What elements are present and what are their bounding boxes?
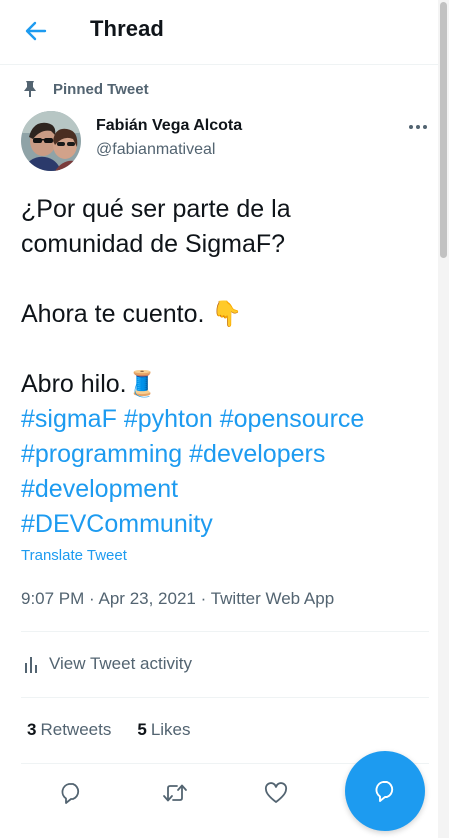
- likes-stat[interactable]: 5 Likes: [137, 720, 190, 740]
- pinned-indicator: Pinned Tweet: [22, 80, 149, 98]
- hashtag-link[interactable]: #DEVCommunity: [21, 510, 213, 538]
- hashtag-list: #sigmaF #pyhton #opensource #programming…: [21, 402, 431, 542]
- arrow-left-icon: [25, 21, 47, 41]
- tweet-line: Abro hilo.🧵: [21, 370, 158, 398]
- divider: [21, 631, 429, 632]
- tweet-stats: 3 Retweets 5 Likes: [27, 720, 191, 740]
- pin-icon: [24, 81, 36, 97]
- compose-reply-button[interactable]: [345, 751, 425, 831]
- tweet-line: Ahora te cuento. 👇: [21, 300, 243, 328]
- tweet-line: ¿Por qué ser parte de la: [21, 195, 291, 223]
- hashtag-link[interactable]: #development: [21, 475, 178, 503]
- view-activity-button[interactable]: View Tweet activity: [24, 654, 192, 674]
- page-title: Thread: [90, 16, 164, 41]
- hashtag-link[interactable]: #developers: [189, 440, 325, 468]
- likes-count: 5: [137, 720, 147, 739]
- tweet-line: comunidad de SigmaF?: [21, 230, 286, 258]
- hashtag-link[interactable]: #programming: [21, 440, 182, 468]
- retweets-count: 3: [27, 720, 37, 739]
- back-button[interactable]: [16, 14, 56, 48]
- retweets-label: Retweets: [40, 720, 112, 739]
- scrollbar-thumb[interactable]: [440, 2, 447, 258]
- tweet-meta: 9:07 PM · Apr 23, 2021 · Twitter Web App: [21, 589, 334, 609]
- more-horizontal-icon: [409, 125, 427, 129]
- bar-chart-icon: [25, 657, 37, 673]
- hashtag-link[interactable]: #pyhton: [124, 405, 213, 433]
- meta-separator: ·: [200, 589, 207, 608]
- tweet-date[interactable]: Apr 23, 2021: [99, 589, 196, 608]
- reply-icon: [61, 783, 80, 804]
- compose-reply-icon: [375, 781, 394, 802]
- reply-button[interactable]: [53, 775, 89, 811]
- scrollbar[interactable]: [438, 0, 449, 838]
- hashtag-link[interactable]: #sigmaF: [21, 405, 117, 433]
- hashtag-link[interactable]: #opensource: [220, 405, 365, 433]
- meta-separator: ·: [89, 589, 95, 608]
- like-button[interactable]: [258, 775, 294, 811]
- retweet-button[interactable]: [157, 775, 193, 811]
- heart-icon: [264, 782, 288, 803]
- tweet-text: ¿Por qué ser parte de la comunidad de Si…: [21, 192, 431, 542]
- top-bar: Thread: [0, 0, 438, 65]
- view-activity-label: View Tweet activity: [49, 654, 192, 673]
- retweets-stat[interactable]: 3 Retweets: [27, 720, 111, 740]
- author-name[interactable]: Fabián Vega Alcota: [96, 117, 242, 135]
- translate-tweet-link[interactable]: Translate Tweet: [21, 547, 127, 564]
- author-handle[interactable]: @fabianmativeal: [96, 141, 215, 159]
- tweet-time[interactable]: 9:07 PM: [21, 589, 84, 608]
- avatar-photo: [21, 111, 81, 171]
- retweet-icon: [163, 784, 187, 802]
- more-options-button[interactable]: [404, 114, 432, 140]
- likes-label: Likes: [150, 720, 191, 739]
- pinned-label: Pinned Tweet: [53, 80, 149, 98]
- tweet-source[interactable]: Twitter Web App: [211, 589, 334, 608]
- divider: [21, 697, 429, 698]
- avatar[interactable]: [21, 111, 81, 171]
